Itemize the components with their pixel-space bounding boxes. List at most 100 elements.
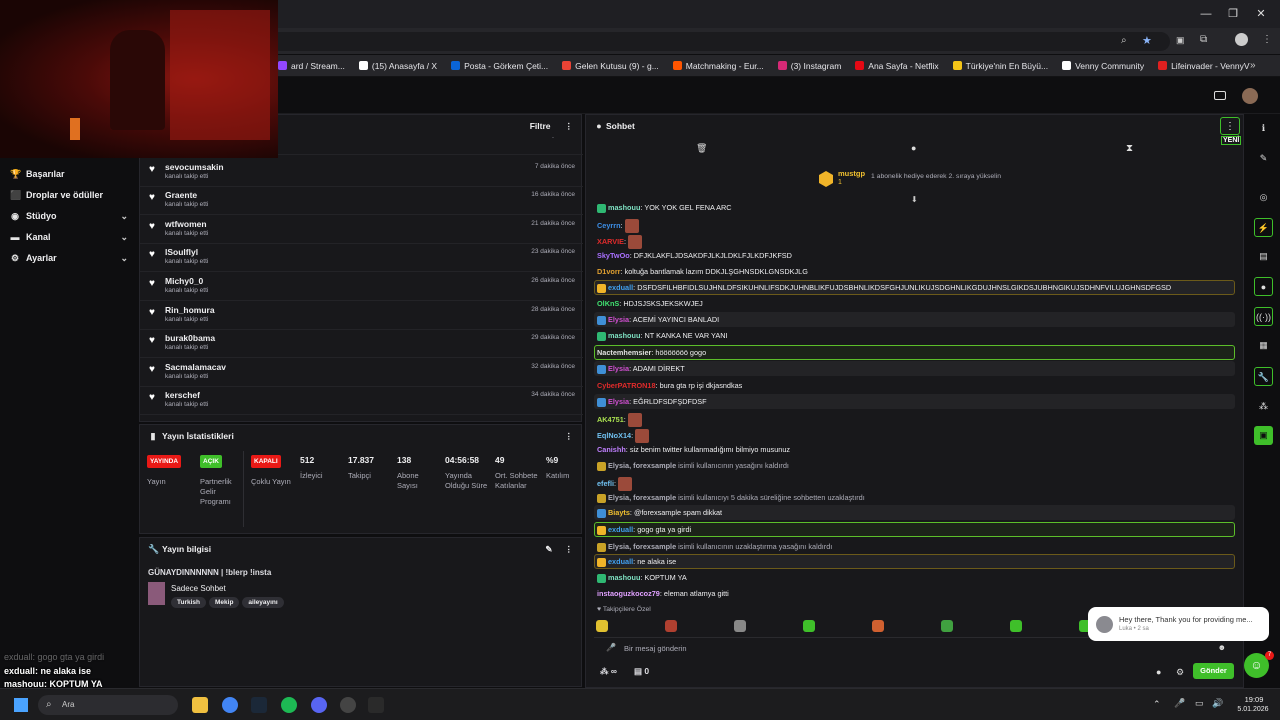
chat-message[interactable]: exduall: ne alaka ise <box>597 557 676 567</box>
edit-icon[interactable]: ✎ <box>545 544 552 555</box>
chat-message[interactable]: mashouu: KOPTUM YA <box>597 573 687 583</box>
bookmark-star-icon[interactable]: ★ <box>1142 34 1152 47</box>
wrench-icon[interactable]: 🔧 <box>1254 367 1273 386</box>
app-icon[interactable] <box>368 697 384 713</box>
chat-message[interactable]: EqlNoX14: <box>597 429 650 443</box>
activity-username[interactable]: sevocumsakin <box>165 162 224 172</box>
sidebar-item[interactable]: ⬛ Droplar ve ödüller <box>10 187 128 203</box>
chat-username[interactable]: SkyTwOo <box>597 251 630 260</box>
chat-username[interactable]: Elysia <box>608 397 629 406</box>
obs-icon[interactable] <box>340 697 356 713</box>
bookmark-item[interactable]: Lifeinvader - VennyV <box>1158 61 1250 71</box>
activity-username[interactable]: Graente <box>165 190 197 200</box>
sidebar-item[interactable]: ◉ Stüdyo ⌄ <box>10 208 128 224</box>
more-options-icon[interactable]: ⋮ <box>1220 117 1240 135</box>
sidebar-item[interactable]: 🏆 Başarılar <box>10 166 128 182</box>
taskbar-search[interactable]: ⌕ Ara <box>38 695 178 715</box>
chat-username[interactable]: Nactemhemsier <box>597 348 651 357</box>
chat-message[interactable]: Elysia, forexsample isimli kullanıcının … <box>597 542 832 552</box>
send-button[interactable]: Gönder <box>1193 663 1234 679</box>
chat-message[interactable]: Canishh: siz benim twitter kullanmadığım… <box>597 445 790 454</box>
clipboard-icon[interactable]: ▤ <box>1254 247 1273 266</box>
chevron-down-icon[interactable]: ⌄ <box>120 211 128 222</box>
sidebar-item[interactable]: ⚙ Ayarlar ⌄ <box>10 250 128 266</box>
activity-username[interactable]: wtfwomen <box>165 219 207 229</box>
info-icon[interactable]: ℹ <box>1254 119 1273 138</box>
inbox-icon[interactable] <box>1214 91 1226 100</box>
discord-icon[interactable] <box>311 697 327 713</box>
chat-username[interactable]: AK4751 <box>597 415 624 424</box>
clock-date[interactable]: 5.01.2026 <box>1230 706 1276 713</box>
lightning-icon[interactable]: ⚡ <box>1254 218 1273 237</box>
spotify-icon[interactable] <box>281 697 297 713</box>
more-options-icon[interactable]: ⋮ <box>565 431 574 442</box>
support-toast[interactable]: Hey there, Thank you for providing me...… <box>1088 607 1269 641</box>
chat-message[interactable]: Elysia: EĞRLDFSDFŞDFDSF <box>597 397 707 407</box>
chat-message[interactable]: Elysia: ADAMI DİREKT <box>597 364 685 374</box>
maximize-icon[interactable]: ❐ <box>1223 6 1243 22</box>
chat-message[interactable]: efefli: <box>597 477 633 491</box>
chat-message[interactable]: Nactemhemsier: hööööööö gogo <box>597 348 706 357</box>
user-avatar[interactable] <box>1242 88 1258 104</box>
chat-username[interactable]: efefli <box>597 479 614 488</box>
chevron-down-icon[interactable]: ⌄ <box>120 232 128 243</box>
activity-item[interactable]: ♥ Graente kanalı takip etti 16 dakika önce <box>140 187 583 216</box>
zoom-icon[interactable]: ⌕ <box>1121 35 1127 46</box>
chat-username[interactable]: exduall <box>608 557 633 566</box>
activity-username[interactable]: lSoulflyl <box>165 247 198 257</box>
file-explorer-icon[interactable] <box>192 697 208 713</box>
activity-username[interactable]: Rin_homura <box>165 305 215 315</box>
chat-message[interactable]: mashouu: YOK YOK GEL FENA ARC <box>597 203 732 213</box>
chat-input[interactable]: Bir mesaj gönderin <box>624 644 687 653</box>
mic-icon[interactable]: 🎤 <box>606 643 616 652</box>
chat-message[interactable]: CyberPATRON18: bura gta rp işi dkjasndka… <box>597 381 742 390</box>
activity-username[interactable]: Michy0_0 <box>165 276 203 286</box>
bookmark-item[interactable]: Ana Sayfa - Netflix <box>855 61 939 71</box>
sidebar-item[interactable]: ▬ Kanal ⌄ <box>10 229 129 245</box>
pencil-icon[interactable]: ✎ <box>1254 149 1273 168</box>
emote-icon[interactable] <box>872 620 884 632</box>
tag-chip[interactable]: aileyayını <box>242 597 284 608</box>
windows-start-icon[interactable] <box>14 698 28 712</box>
channel-points[interactable]: ⁂ ∞ <box>600 666 617 677</box>
chat-message[interactable]: D1vorr: koltuğa bantlamak lazım DDKJLŞGH… <box>597 267 808 276</box>
chat-username[interactable]: Elysia, forexsample <box>608 461 676 470</box>
chat-username[interactable]: Biayts <box>608 508 630 517</box>
emote-picker-icon[interactable]: ☻ <box>1218 643 1226 652</box>
chrome-icon[interactable] <box>222 697 238 713</box>
activity-username[interactable]: Sacmalamacav <box>165 362 226 372</box>
broadcast-icon[interactable]: ((·)) <box>1254 307 1273 326</box>
network-icon[interactable]: ▭ <box>1195 698 1204 709</box>
app-icon[interactable]: ▣ <box>1254 426 1273 445</box>
activity-item[interactable]: ♥ Rin_homura kanalı takip etti 28 dakika ön… <box>140 302 583 330</box>
activity-item[interactable]: ♥ lSoulflyl kanalı takip etti 23 dakika önc… <box>140 244 583 273</box>
video-icon[interactable]: ▦ <box>1254 336 1273 355</box>
target-icon[interactable]: ◎ <box>1254 188 1273 207</box>
profile-avatar[interactable] <box>1235 33 1248 46</box>
chat-bubble-icon[interactable]: ● <box>1254 277 1273 296</box>
emote-icon[interactable] <box>734 620 746 632</box>
chat-username[interactable]: mashouu <box>608 203 640 212</box>
new-chat-popout[interactable]: ⋮ YENİ <box>1219 115 1242 147</box>
filter-button[interactable]: Filtre <box>530 121 551 131</box>
emote-icon[interactable] <box>665 620 677 632</box>
more-options-icon[interactable]: ⋮ <box>565 121 574 132</box>
bits-counter[interactable]: ▤ 0 <box>634 666 649 677</box>
chat-username[interactable]: Elysia <box>608 364 629 373</box>
tray-chevron-icon[interactable]: ⌃ <box>1153 699 1161 710</box>
chat-username[interactable]: OlKnS <box>597 299 619 308</box>
chat-username[interactable]: EqlNoX14 <box>597 431 631 440</box>
bookmark-item[interactable]: Matchmaking - Eur... <box>672 61 764 71</box>
emote-icon[interactable] <box>596 620 608 632</box>
activity-username[interactable]: burak0bama <box>165 333 215 343</box>
chat-username[interactable]: mashouu <box>608 573 640 582</box>
chat-username[interactable]: CyberPATRON18 <box>597 381 656 390</box>
extension-icon[interactable]: ▣ <box>1176 35 1185 46</box>
category-name[interactable]: Sadece Sohbet <box>171 584 226 593</box>
emote-icon[interactable] <box>941 620 953 632</box>
chat-message[interactable]: Biayts: @forexsample spam dikkat <box>597 508 722 518</box>
close-icon[interactable]: ✕ <box>1251 6 1271 22</box>
chat-username[interactable]: Elysia <box>608 315 629 324</box>
minimize-icon[interactable]: — <box>1196 6 1216 22</box>
chat-message[interactable]: SkyTwOo: DFJKLAKFLJDSAKDFJLKJLDKLFJLKDFJ… <box>597 251 792 260</box>
